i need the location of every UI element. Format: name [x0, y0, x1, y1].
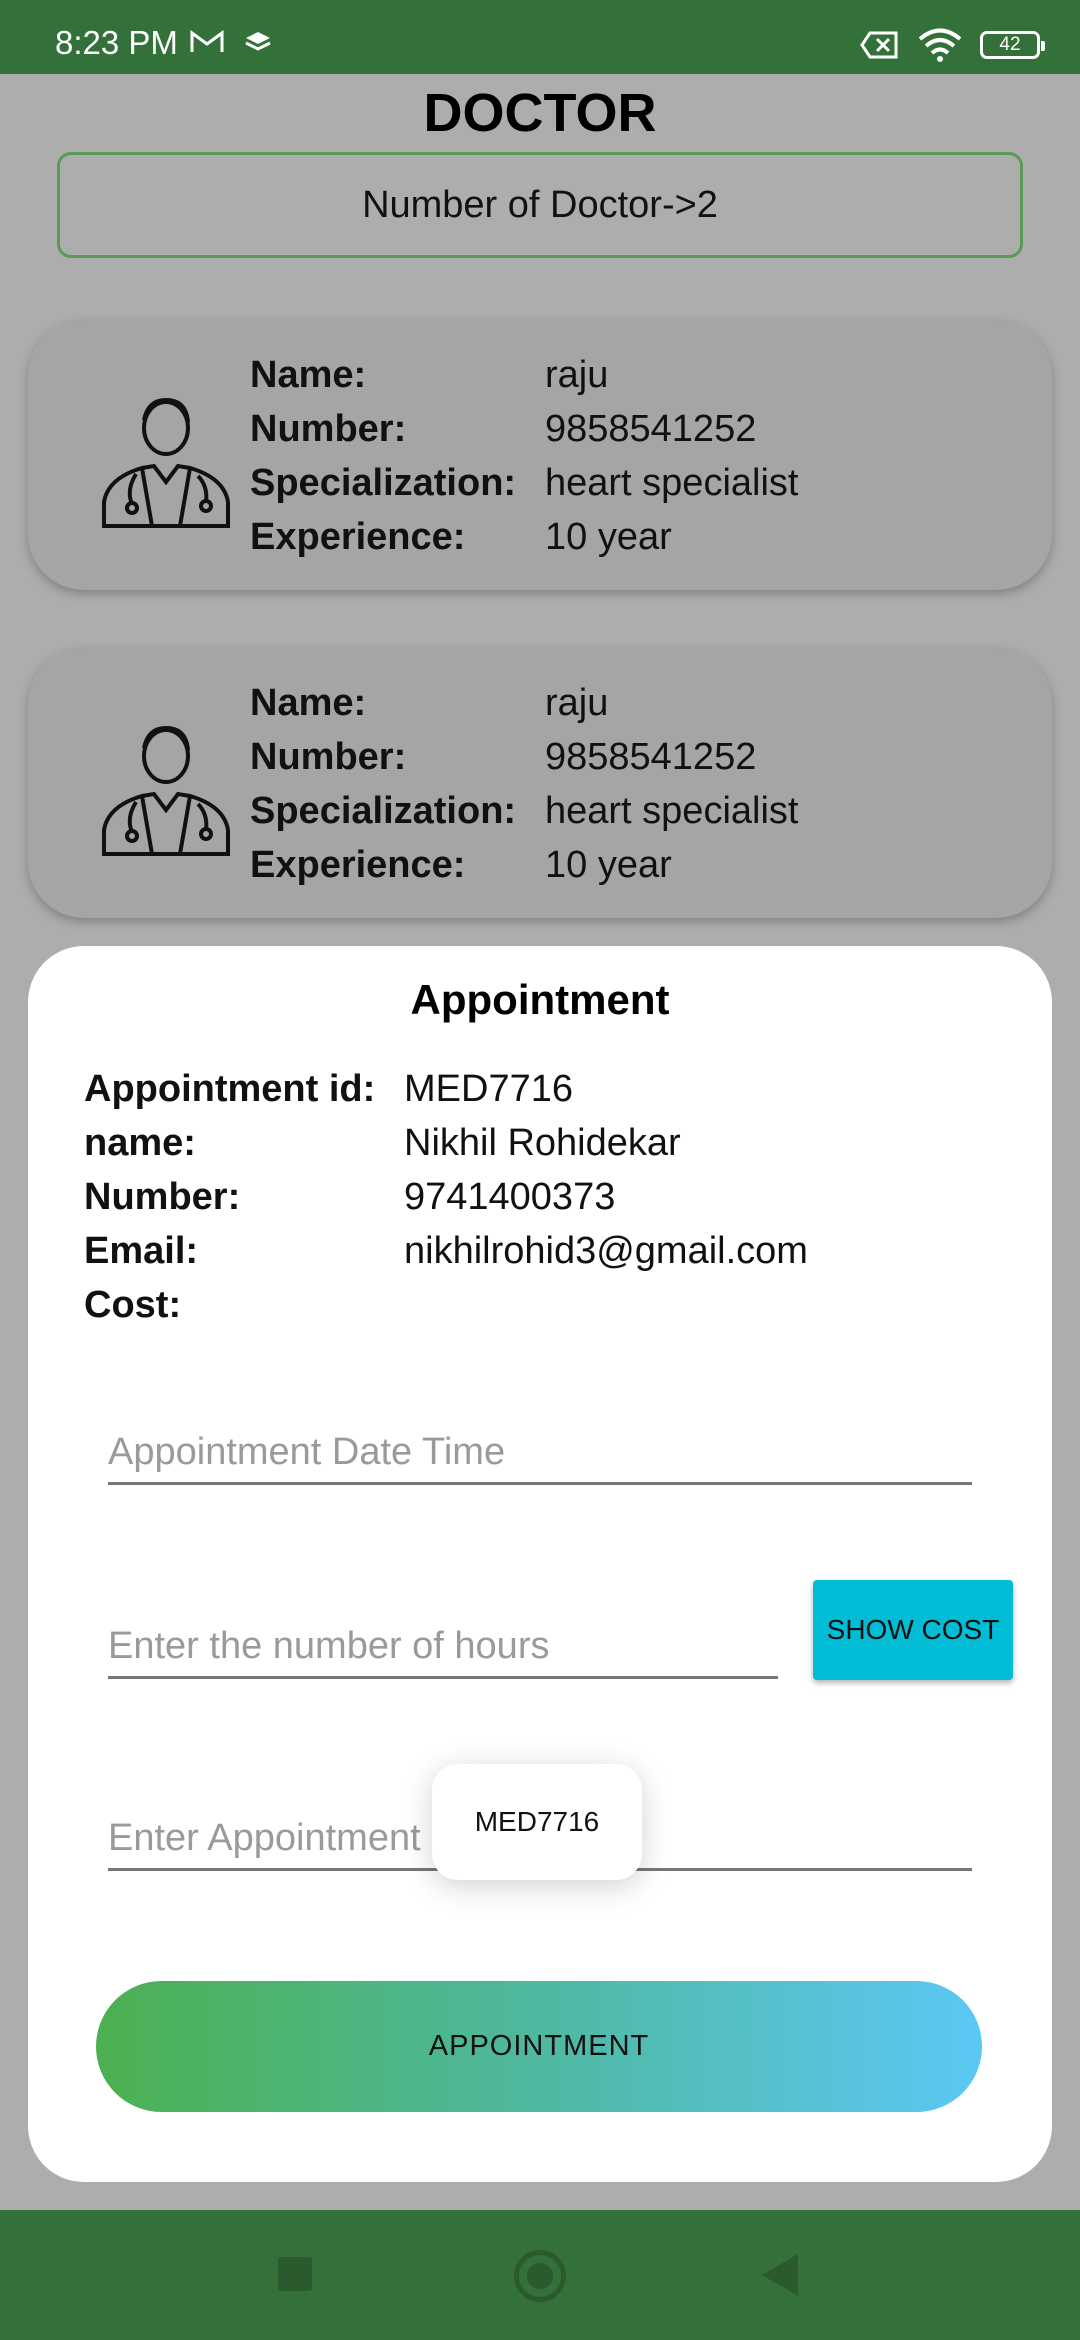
appointment-button[interactable]: APPOINTMENT: [96, 1981, 982, 2112]
wifi-icon: [918, 28, 962, 62]
page-title: DOCTOR: [423, 83, 657, 143]
patient-email-label: Email:: [84, 1230, 199, 1272]
status-time: 8:23 PM: [55, 24, 178, 61]
doctor-number-label: Number:: [250, 408, 407, 450]
doctor-card[interactable]: Name: raju Number: 9858541252 Specializa…: [28, 648, 1052, 918]
show-cost-button[interactable]: SHOW COST: [813, 1580, 1013, 1680]
doctor-experience: 10 year: [545, 844, 672, 886]
doctor-name: raju: [545, 354, 609, 396]
appointment-dialog: Appointment Appointment id: MED7716 name…: [28, 946, 1052, 2182]
patient-name-value: Nikhil Rohidekar: [404, 1122, 681, 1164]
patient-email-value: nikhilrohid3@gmail.com: [404, 1230, 808, 1272]
doctor-specialization: heart specialist: [545, 462, 799, 504]
cost-label: Cost:: [84, 1284, 182, 1326]
toast-message: MED7716: [432, 1764, 642, 1880]
doctor-name: raju: [545, 682, 609, 724]
doctor-icon: [102, 725, 230, 856]
doctor-icon: [102, 397, 230, 528]
doctor-number: 9858541252: [545, 736, 757, 778]
appointment-id-value: MED7716: [404, 1068, 573, 1110]
dialog-title: Appointment: [410, 976, 670, 1023]
appointment-datetime-input[interactable]: [108, 1422, 972, 1485]
doctor-number: 9858541252: [545, 408, 757, 450]
doctor-experience-label: Experience:: [250, 516, 466, 558]
doctor-name-label: Name:: [250, 682, 367, 724]
patient-number-label: Number:: [84, 1176, 241, 1218]
recent-apps-icon[interactable]: [278, 2257, 312, 2291]
appointment-id-label: Appointment id:: [84, 1068, 376, 1110]
doctor-experience-label: Experience:: [250, 844, 466, 886]
doctor-count-box: Number of Doctor->2: [57, 152, 1023, 258]
battery-level: 42: [999, 34, 1021, 55]
layers-icon: [245, 32, 271, 51]
hours-input[interactable]: [108, 1616, 778, 1679]
no-sim-icon: [860, 31, 898, 59]
patient-number-value: 9741400373: [404, 1176, 616, 1218]
status-bar: 8:23 PM 42: [0, 0, 1080, 74]
battery-icon: 42: [980, 31, 1045, 59]
doctor-specialization-label: Specialization:: [250, 462, 517, 504]
doctor-specialization-label: Specialization:: [250, 790, 517, 832]
cost-value: [404, 1280, 1004, 1330]
doctor-specialization: heart specialist: [545, 790, 799, 832]
doctor-experience: 10 year: [545, 516, 672, 558]
doctor-name-label: Name:: [250, 354, 367, 396]
back-icon[interactable]: [762, 2254, 798, 2296]
doctor-card[interactable]: Name: raju Number: 9858541252 Specializa…: [28, 320, 1052, 590]
gmail-icon: [190, 30, 224, 52]
navigation-bar: [0, 2210, 1080, 2340]
patient-name-label: name:: [84, 1122, 196, 1164]
home-icon[interactable]: [514, 2250, 566, 2302]
doctor-number-label: Number:: [250, 736, 407, 778]
